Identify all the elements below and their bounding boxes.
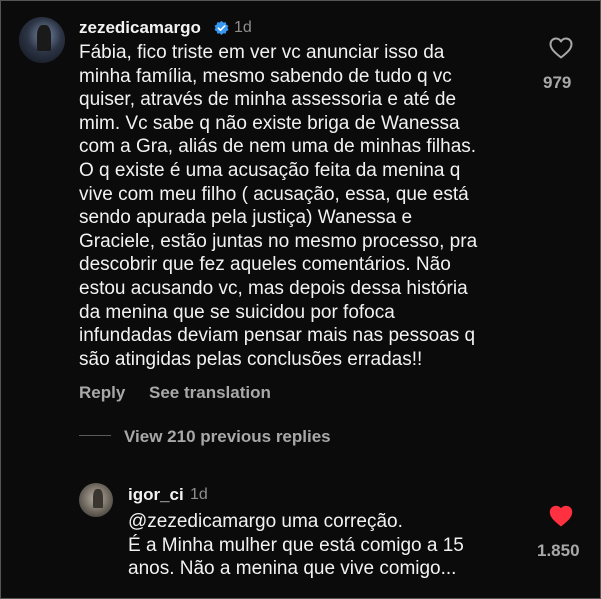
heart-filled-icon[interactable] xyxy=(549,505,573,527)
comment-like-count: 979 xyxy=(543,73,572,92)
avatar[interactable] xyxy=(19,17,65,63)
comment-text: Fábia, fico triste em ver vc anunciar is… xyxy=(79,42,478,370)
reply-timestamp: 1d xyxy=(190,486,208,503)
view-previous-replies-button[interactable]: View 210 previous replies xyxy=(124,427,331,447)
heart-outline-icon[interactable] xyxy=(549,37,573,59)
reply-text: @zezedicamargo uma correção. É a Minha m… xyxy=(128,511,464,579)
reply-username[interactable]: igor_ci xyxy=(128,485,184,505)
verified-badge-icon xyxy=(214,20,229,35)
comment-timestamp: 1d xyxy=(234,19,252,36)
comment-username[interactable]: zezedicamargo xyxy=(79,18,201,38)
reply-like-count: 1.850 xyxy=(537,541,580,560)
comments-panel: zezedicamargo 1d Fábia, fico triste em v… xyxy=(0,0,601,599)
reply-button[interactable]: Reply xyxy=(79,383,125,403)
reply-avatar[interactable] xyxy=(79,483,113,517)
replies-divider xyxy=(79,435,111,436)
see-translation-button[interactable]: See translation xyxy=(149,383,271,403)
